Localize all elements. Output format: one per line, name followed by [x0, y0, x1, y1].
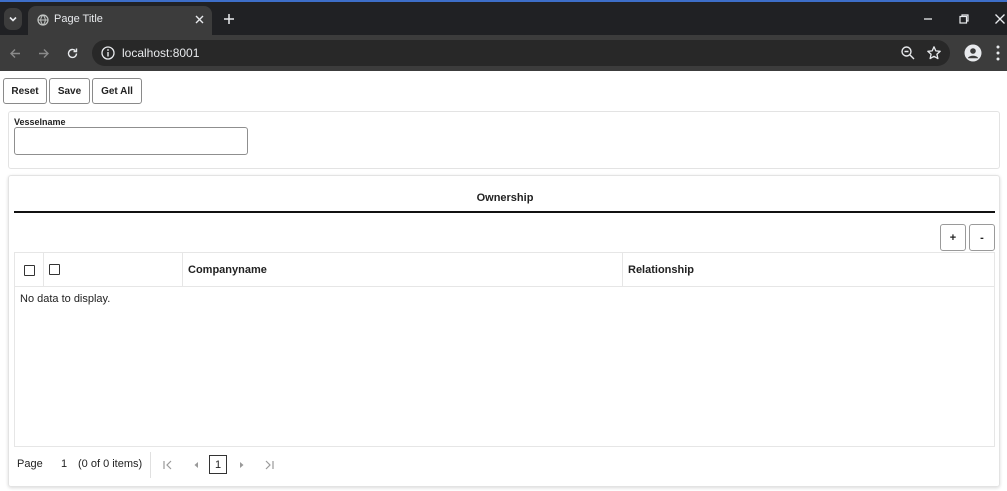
vesselname-label: Vesselname — [14, 117, 66, 127]
globe-icon — [37, 14, 49, 26]
ownership-grid: Companyname Relationship No data to disp… — [14, 252, 995, 447]
vesselname-input[interactable] — [14, 127, 248, 155]
restore-button[interactable] — [956, 11, 972, 27]
more-menu-icon[interactable] — [994, 44, 1002, 62]
vessel-form: Vesselname — [8, 111, 1000, 169]
page-value: 1 — [61, 458, 68, 470]
current-page-button[interactable]: 1 — [209, 455, 227, 474]
reload-button[interactable] — [63, 44, 81, 62]
grid-header: Companyname Relationship — [15, 253, 994, 287]
remove-row-button[interactable]: - — [969, 224, 995, 251]
first-page-icon[interactable] — [162, 459, 174, 471]
section-divider — [14, 211, 995, 213]
next-page-icon[interactable] — [236, 459, 248, 471]
select-all-cell — [15, 253, 44, 287]
tab-title: Page Title — [54, 13, 103, 25]
ownership-title: Ownership — [476, 192, 534, 204]
add-row-button[interactable]: + — [940, 224, 966, 251]
bookmark-star-icon[interactable] — [926, 45, 942, 61]
column-header-companyname[interactable]: Companyname — [183, 253, 623, 287]
close-icon — [195, 15, 203, 23]
close-window-button[interactable] — [992, 11, 1007, 27]
new-tab-button[interactable] — [221, 11, 237, 27]
plus-icon — [224, 14, 234, 24]
chevron-down-icon — [9, 16, 17, 22]
arrow-left-icon — [9, 48, 20, 58]
empty-message: No data to display. — [20, 293, 111, 305]
page-label: Page — [17, 458, 43, 470]
reload-icon — [67, 48, 77, 58]
items-count: (0 of 0 items) — [78, 458, 143, 470]
row-select-header — [44, 253, 183, 287]
select-all-checkbox[interactable] — [24, 265, 35, 276]
header-checkbox[interactable] — [49, 264, 60, 275]
minimize-icon — [924, 18, 932, 20]
save-button[interactable]: Save — [49, 78, 90, 104]
reset-button[interactable]: Reset — [3, 78, 47, 104]
tab-search-button[interactable] — [4, 8, 22, 30]
browser-titlebar: Page Title — [0, 0, 1007, 35]
previous-page-icon[interactable] — [190, 459, 202, 471]
column-label-relationship: Relationship — [628, 264, 695, 276]
ownership-panel: Ownership + - Companyname Relationship N… — [8, 175, 1000, 487]
column-label-companyname: Companyname — [188, 264, 267, 276]
tab-close-button[interactable] — [192, 12, 206, 26]
site-info-icon[interactable] — [100, 45, 116, 61]
forward-button[interactable] — [34, 44, 52, 62]
minimize-button[interactable] — [920, 11, 936, 27]
last-page-icon[interactable] — [263, 459, 275, 471]
zoom-icon[interactable] — [900, 45, 916, 61]
address-bar[interactable]: localhost:8001 — [92, 40, 950, 66]
close-icon — [995, 14, 1005, 24]
pager-divider — [150, 452, 151, 478]
browser-tab[interactable]: Page Title — [28, 6, 212, 35]
column-header-relationship[interactable]: Relationship — [623, 253, 994, 287]
url-text: localhost:8001 — [122, 46, 200, 60]
restore-icon — [959, 14, 969, 24]
pager: Page 1 (0 of 0 items) 1 — [14, 447, 995, 483]
get-all-button[interactable]: Get All — [92, 78, 142, 104]
back-button[interactable] — [6, 44, 24, 62]
profile-icon[interactable] — [964, 44, 982, 62]
arrow-right-icon — [38, 48, 49, 58]
browser-toolbar: localhost:8001 — [0, 35, 1007, 71]
